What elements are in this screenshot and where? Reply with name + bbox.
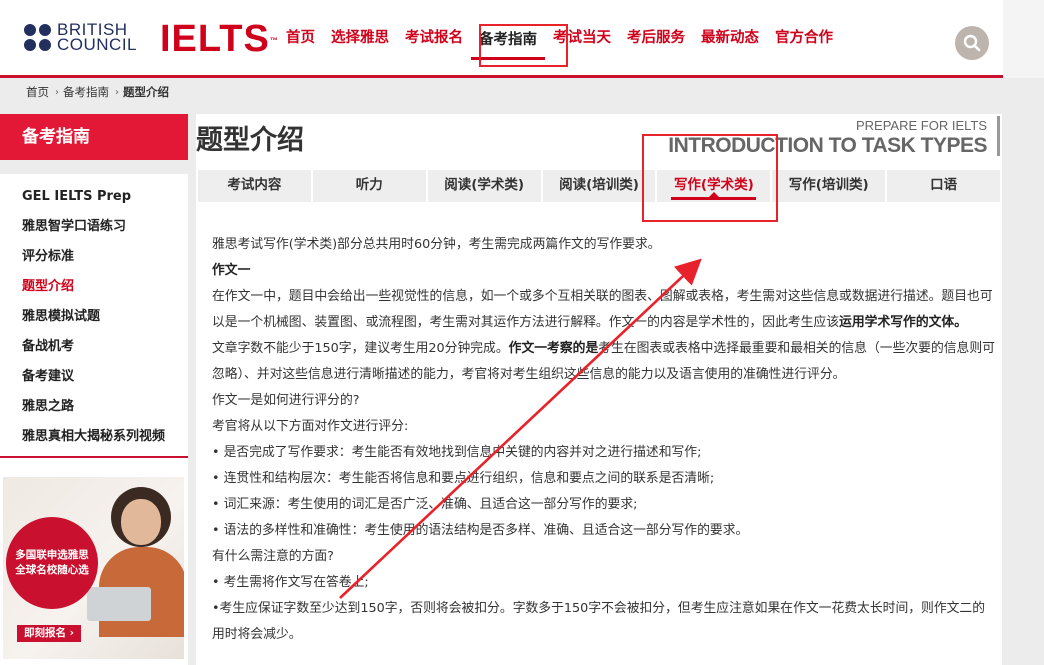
breadcrumb: 首页 › 备考指南 › 题型介绍 [26, 84, 169, 100]
breadcrumb-home[interactable]: 首页 [26, 84, 49, 100]
promo-face [121, 499, 161, 545]
tab-reading-general[interactable]: 阅读(培训类) [543, 170, 658, 202]
nav-news[interactable]: 最新动态 [693, 21, 767, 55]
header-backdrop [1003, 0, 1044, 78]
sidebar-item-prep-tips[interactable]: 备考建议 [0, 362, 188, 392]
note-item: •考生应保证字数至少达到150字，否则将会被扣分。字数多于150字不会被扣分，但… [212, 601, 986, 642]
sidebar: 备考指南 GEL IELTS Prep 雅思智学口语练习 评分标准 题型介绍 雅… [0, 114, 188, 665]
nav-home[interactable]: 首页 [278, 21, 323, 55]
british-council-dots-icon [24, 23, 51, 51]
evaluation-question: 作文一是如何进行评分的? [212, 393, 360, 408]
tab-test-content[interactable]: 考试内容 [198, 170, 313, 202]
tab-speaking[interactable]: 口语 [887, 170, 1000, 202]
sidebar-item-task-types[interactable]: 题型介绍 [0, 272, 188, 302]
article-body: 雅思考试写作(学术类)部分总共用时60分钟，考生需完成两篇作文的写作要求。 作文… [212, 232, 997, 648]
search-icon [963, 34, 981, 52]
breadcrumb-separator-icon: › [55, 86, 59, 98]
sidebar-item-computer-test[interactable]: 备战机考 [0, 332, 188, 362]
promo-line-1: 多国联申选雅思 [15, 549, 89, 561]
subtitle-accent-bar [997, 116, 1000, 156]
nav-partners[interactable]: 官方合作 [767, 21, 841, 55]
criteria-item: • 语法的多样性和准确性：考生使用的语法结构是否多样、准确、且适合这一部分写作的… [212, 523, 749, 538]
criteria-item: • 连贯性和结构层次：考生能否将信息和要点进行组织，信息和要点之间的联系是否清晰… [212, 471, 715, 486]
sidebar-menu: GEL IELTS Prep 雅思智学口语练习 评分标准 题型介绍 雅思模拟试题… [0, 174, 188, 452]
highlight-box-tab [642, 134, 778, 222]
register-now-button[interactable]: 即刻报名 › [17, 625, 81, 642]
task-type-tabs: 考试内容 听力 阅读(学术类) 阅读(培训类) 写作(学术类) 写作(培训类) … [198, 170, 1000, 202]
tab-reading-academic[interactable]: 阅读(学术类) [428, 170, 543, 202]
task1-assessment-paragraph: 文章字数不能少于150字，建议考生用20分钟完成。作文一考察的是考生在图表或表格… [212, 341, 995, 382]
task1-heading: 作文一 [212, 263, 251, 278]
page-subtitle-small: PREPARE FOR IELTS [856, 118, 987, 133]
notes-question: 有什么需注意的方面? [212, 549, 334, 564]
tab-listening[interactable]: 听力 [313, 170, 428, 202]
tab-writing-general[interactable]: 写作(培训类) [772, 170, 888, 202]
sidebar-item-video-series[interactable]: 雅思真相大揭秘系列视频 [0, 422, 188, 452]
criteria-item: • 是否完成了写作要求：考生能否有效地找到信息中关键的内容并对之进行描述和写作; [212, 445, 702, 460]
breadcrumb-current: 题型介绍 [123, 85, 169, 99]
task1-paragraph: 在作文一中，题目中会给出一些视觉性的信息，如一个或多个互相关联的图表、图解或表格… [212, 289, 993, 330]
breadcrumb-prep-guide[interactable]: 备考指南 [63, 84, 109, 100]
breadcrumb-separator-icon: › [115, 86, 119, 98]
page-title: 题型介绍 [196, 125, 304, 156]
search-button[interactable] [955, 26, 989, 60]
promo-line-2: 全球名校随心选 [15, 564, 89, 576]
sidebar-item-ielts-journey[interactable]: 雅思之路 [0, 392, 188, 422]
nav-choose-ielts[interactable]: 选择雅思 [323, 21, 397, 55]
british-council-logo[interactable]: BRITISH COUNCIL [24, 21, 138, 54]
nav-after-test[interactable]: 考后服务 [619, 21, 693, 55]
ielts-logo[interactable]: IELTS™ [160, 18, 279, 60]
highlight-box-nav [479, 24, 568, 67]
promo-banner[interactable]: 多国联申选雅思 全球名校随心选 即刻报名 › [3, 477, 184, 659]
sidebar-item-mock-tests[interactable]: 雅思模拟试题 [0, 302, 188, 332]
intro-paragraph: 雅思考试写作(学术类)部分总共用时60分钟，考生需完成两篇作文的写作要求。 [212, 237, 661, 252]
criteria-item: • 词汇来源：考生使用的词汇是否广泛、准确、且适合这一部分写作的要求; [212, 497, 638, 512]
sidebar-item-band-descriptors[interactable]: 评分标准 [0, 242, 188, 272]
note-item: • 考生需将作文写在答卷上; [212, 575, 369, 590]
sidebar-item-gel-ielts-prep[interactable]: GEL IELTS Prep [0, 182, 188, 212]
bc-logo-line-2: COUNCIL [57, 35, 138, 54]
evaluation-intro: 考官将从以下方面对作文进行评分: [212, 419, 409, 434]
laptop-icon [87, 587, 151, 621]
nav-register[interactable]: 考试报名 [397, 21, 471, 55]
promo-badge: 多国联申选雅思 全球名校随心选 [6, 517, 98, 609]
sidebar-item-speaking-practice[interactable]: 雅思智学口语练习 [0, 212, 188, 242]
main-content: 题型介绍 PREPARE FOR IELTS INTRODUCTION TO T… [196, 114, 1002, 665]
sidebar-title: 备考指南 [0, 114, 188, 160]
